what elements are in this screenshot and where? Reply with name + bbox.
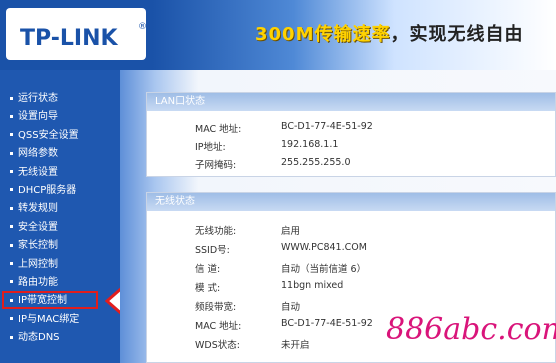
sidebar-item-label: 运行状态 — [18, 93, 58, 104]
lan-status-panel: LAN口状态 MAC 地址: BC-D1-77-4E-51-92 IP地址: 192… — [146, 92, 556, 177]
sidebar-item-label: 转发规则 — [18, 203, 58, 215]
row-value: BC-D1-77-4E-51-92 — [281, 318, 373, 329]
tp-link-logo: TP-LINK ® — [6, 8, 147, 60]
sidebar-item-ip-mac-binding[interactable]: IP与MAC绑定 — [0, 311, 120, 329]
row-value: 自动（当前信道 6） — [281, 264, 367, 275]
sidebar-item-security[interactable]: 安全设置 — [0, 219, 120, 237]
row-label: 子网掩码: — [195, 160, 237, 171]
banner-slogan-tail: ，实现无线自由 — [390, 24, 524, 45]
registered-mark-icon: ® — [138, 22, 147, 32]
row-value: 192.168.1.1 — [281, 139, 339, 150]
bullet-icon — [10, 96, 13, 100]
sidebar-item-qss[interactable]: QSS安全设置 — [0, 127, 120, 145]
row-label: IP地址: — [195, 142, 226, 153]
watermark: 886abc.com — [386, 312, 556, 347]
sidebar-item-label: DHCP服务器 — [18, 184, 77, 196]
row-value: 自动 — [281, 302, 301, 313]
sidebar-item-setup-wizard[interactable]: 设置向导 — [0, 108, 120, 126]
bullet-icon — [10, 243, 13, 247]
sidebar-item-label: 网络参数 — [18, 148, 58, 160]
row-label: MAC 地址: — [195, 321, 242, 332]
sidebar-item-label: 上网控制 — [18, 258, 58, 270]
row-value: BC-D1-77-4E-51-92 — [281, 121, 373, 132]
bullet-icon — [10, 335, 13, 339]
row-label: MAC 地址: — [195, 124, 242, 135]
bullet-icon — [10, 133, 13, 137]
sidebar-item-running-status[interactable]: 运行状态 — [0, 90, 120, 108]
sidebar-item-forwarding[interactable]: 转发规则 — [0, 200, 120, 218]
wireless-status-title: 无线状态 — [147, 193, 555, 211]
row-value: 11bgn mixed — [281, 280, 344, 291]
sidebar-item-ddns[interactable]: 动态DNS — [0, 329, 120, 347]
bullet-icon — [10, 317, 13, 321]
bullet-icon — [10, 280, 13, 284]
bullet-icon — [10, 114, 13, 118]
header-banner: TP-LINK ® 300M传输速率，实现无线自由 — [0, 0, 556, 70]
row-label: WDS状态: — [195, 340, 240, 351]
sidebar-item-label: 无线设置 — [18, 166, 58, 178]
highlight-box — [2, 291, 98, 310]
bullet-icon — [10, 151, 13, 155]
lan-status-title: LAN口状态 — [147, 93, 555, 111]
sidebar-item-label: IP与MAC绑定 — [18, 313, 80, 325]
sidebar-item-parental[interactable]: 家长控制 — [0, 237, 120, 255]
bullet-icon — [10, 170, 13, 174]
sidebar-item-routing[interactable]: 路由功能 — [0, 274, 120, 292]
row-value: 未开启 — [281, 340, 310, 351]
row-label: 频段带宽: — [195, 302, 237, 313]
sidebar-item-label: 路由功能 — [18, 276, 58, 288]
sidebar-item-ip-bandwidth[interactable]: IP带宽控制 — [0, 291, 120, 310]
sidebar-item-label: 动态DNS — [18, 332, 60, 344]
sidebar-item-dhcp[interactable]: DHCP服务器 — [0, 182, 120, 200]
banner-slogan: 300M传输速率，实现无线自由 — [255, 20, 524, 46]
sidebar-item-network[interactable]: 网络参数 — [0, 145, 120, 163]
row-label: 无线功能: — [195, 226, 237, 237]
bullet-icon — [10, 188, 13, 192]
row-label: SSID号: — [195, 245, 230, 256]
sidebar-item-label: 安全设置 — [18, 221, 58, 233]
sidebar-item-label: QSS安全设置 — [18, 129, 79, 141]
row-label: 信 道: — [195, 264, 221, 275]
row-value: WWW.PC841.COM — [281, 242, 367, 253]
logo-text: TP-LINK — [20, 26, 118, 51]
sidebar-menu: 运行状态 设置向导 QSS安全设置 网络参数 无线设置 DHCP服务器 转发规则… — [0, 70, 120, 363]
sidebar-item-label: 家长控制 — [18, 240, 58, 252]
sidebar-item-wireless[interactable]: 无线设置 — [0, 164, 120, 182]
bullet-icon — [10, 225, 13, 229]
sidebar-item-label: 设置向导 — [18, 111, 58, 123]
bullet-icon — [10, 262, 13, 266]
row-value: 启用 — [281, 226, 301, 237]
sidebar-item-access-control[interactable]: 上网控制 — [0, 256, 120, 274]
bullet-icon — [10, 206, 13, 210]
banner-slogan-head: 300M传输速率 — [255, 24, 391, 45]
row-value: 255.255.255.0 — [281, 157, 351, 168]
row-label: 模 式: — [195, 283, 221, 294]
